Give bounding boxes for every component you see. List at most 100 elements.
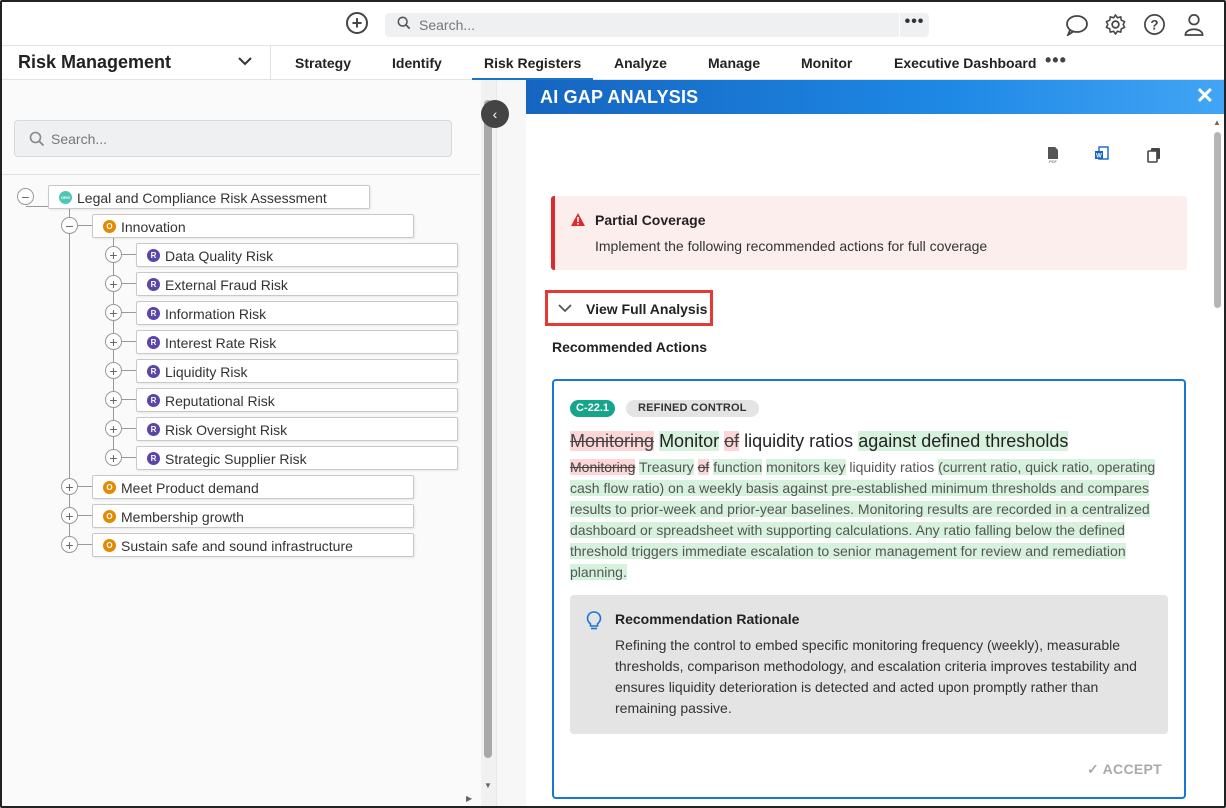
expand-toggle[interactable]: +: [105, 420, 122, 437]
expand-toggle[interactable]: +: [105, 304, 122, 321]
gap-analysis-panel: AI GAP ANALYSIS ✕ ▲ PDF W Partial Covera…: [526, 80, 1224, 806]
gear-icon[interactable]: [1103, 12, 1128, 37]
tree-node-label: External Fraud Risk: [165, 277, 288, 293]
tree-node-label: Sustain safe and sound infrastructure: [121, 538, 353, 554]
tree-node-objective[interactable]: O Innovation: [92, 214, 414, 238]
collapse-toggle[interactable]: −: [61, 217, 78, 234]
added-text: function: [713, 459, 763, 475]
tree-node-label: Liquidity Risk: [165, 364, 248, 380]
app-window: + Search... ••• ? Risk Management Strate…: [0, 0, 1226, 808]
panel-scrollbar[interactable]: ▲: [1210, 114, 1224, 806]
scrollbar-thumb[interactable]: [484, 100, 492, 758]
search-options-button[interactable]: •••: [899, 13, 929, 37]
add-icon[interactable]: +: [346, 12, 368, 34]
risk-badge: R: [147, 423, 160, 436]
word-export-icon[interactable]: W: [1093, 146, 1111, 164]
tree-node-risk[interactable]: R Interest Rate Risk: [136, 330, 458, 354]
help-icon[interactable]: ?: [1142, 12, 1167, 37]
expand-toggle[interactable]: +: [105, 362, 122, 379]
svg-text:PDF: PDF: [1049, 159, 1058, 164]
copy-icon[interactable]: [1145, 146, 1163, 164]
tree-node-risk[interactable]: R Risk Oversight Risk: [136, 417, 458, 441]
tab-strategy[interactable]: Strategy: [295, 55, 351, 71]
accept-button[interactable]: ✓ ACCEPT: [1087, 761, 1162, 778]
collapse-toggle[interactable]: −: [17, 188, 34, 205]
expand-toggle[interactable]: +: [105, 449, 122, 466]
tree-node-risk[interactable]: R Data Quality Risk: [136, 243, 458, 267]
accept-label: ACCEPT: [1102, 761, 1162, 777]
tab-risk-registers[interactable]: Risk Registers: [471, 55, 594, 81]
tree-node-label: Interest Rate Risk: [165, 335, 277, 351]
pdf-export-icon[interactable]: PDF: [1044, 146, 1062, 164]
view-full-analysis-toggle[interactable]: View Full Analysis: [545, 290, 713, 326]
control-description: Monitoring Treasury of function monitors…: [570, 457, 1170, 583]
objective-badge: O: [103, 510, 116, 523]
tab-executive-dashboard[interactable]: Executive Dashboard: [894, 55, 1036, 71]
removed-text: Monitoring: [570, 431, 655, 451]
tree-node-objective[interactable]: O Membership growth: [92, 504, 414, 528]
recommended-actions-heading: Recommended Actions: [552, 339, 708, 355]
added-text: Treasury: [639, 459, 694, 475]
control-title: Monitoring Monitor of liquidity ratios a…: [570, 431, 1069, 452]
coverage-alert: Partial Coverage Implement the following…: [551, 196, 1187, 270]
user-icon[interactable]: [1181, 12, 1206, 37]
scroll-right-arrow-icon[interactable]: ▶: [466, 794, 472, 803]
tree-scrollbar[interactable]: ▼: [481, 80, 496, 806]
tree-pane: Search... − ORG Legal and Compliance Ris…: [2, 80, 496, 806]
tree-node-risk[interactable]: R Liquidity Risk: [136, 359, 458, 383]
expand-toggle[interactable]: +: [105, 391, 122, 408]
tree-node-risk[interactable]: R Reputational Risk: [136, 388, 458, 412]
control-type-badge: REFINED CONTROL: [626, 400, 759, 417]
rationale-box: Recommendation Rationale Refining the co…: [570, 595, 1168, 734]
close-icon[interactable]: ✕: [1196, 85, 1214, 107]
expand-toggle[interactable]: +: [105, 275, 122, 292]
tree-node-objective[interactable]: O Sustain safe and sound infrastructure: [92, 533, 414, 557]
risk-badge: R: [147, 452, 160, 465]
panel-title: AI GAP ANALYSIS: [540, 87, 699, 107]
collapse-pane-button[interactable]: ‹: [481, 100, 509, 128]
risk-badge: R: [147, 278, 160, 291]
tab-manage[interactable]: Manage: [708, 55, 760, 71]
risk-badge: R: [147, 249, 160, 262]
expand-toggle[interactable]: +: [61, 507, 78, 524]
expand-toggle[interactable]: +: [61, 536, 78, 553]
risk-badge: R: [147, 365, 160, 378]
tree-node-objective[interactable]: O Meet Product demand: [92, 475, 414, 499]
svg-text:W: W: [1096, 154, 1102, 160]
scroll-down-arrow-icon[interactable]: ▼: [484, 781, 492, 790]
tab-monitor[interactable]: Monitor: [801, 55, 852, 71]
added-text: Monitor: [659, 431, 720, 451]
chevron-down-icon[interactable]: [238, 56, 252, 66]
added-text: (current ratio, quick ratio, operating c…: [570, 459, 1156, 580]
expand-toggle[interactable]: +: [105, 333, 122, 350]
control-id-badge: C-22.1: [570, 400, 616, 417]
alert-title: Partial Coverage: [595, 212, 706, 228]
tree-node-label: Membership growth: [121, 509, 244, 525]
chevron-down-icon: [558, 304, 572, 313]
tree-node-label: Meet Product demand: [121, 480, 259, 496]
expand-toggle[interactable]: +: [61, 478, 78, 495]
tree-node-root[interactable]: ORG Legal and Compliance Risk Assessment: [48, 185, 370, 209]
expand-toggle[interactable]: +: [105, 246, 122, 263]
module-selector[interactable]: Risk Management: [18, 52, 171, 73]
pane-gutter: [496, 80, 526, 806]
objective-badge: O: [103, 481, 116, 494]
tree-node-label: Strategic Supplier Risk: [165, 451, 307, 467]
tab-identify[interactable]: Identify: [392, 55, 442, 71]
chat-icon[interactable]: [1064, 12, 1089, 37]
panel-header: AI GAP ANALYSIS ✕: [526, 80, 1224, 114]
org-badge: ORG: [59, 191, 72, 204]
global-search-input[interactable]: Search...: [419, 17, 475, 33]
warning-icon: [571, 213, 585, 226]
tree-node-risk[interactable]: R Information Risk: [136, 301, 458, 325]
tree-node-risk[interactable]: R External Fraud Risk: [136, 272, 458, 296]
tree-node-risk[interactable]: R Strategic Supplier Risk: [136, 446, 458, 470]
tab-analyze[interactable]: Analyze: [614, 55, 667, 71]
more-tabs-button[interactable]: •••: [1045, 50, 1067, 71]
scroll-up-arrow-icon[interactable]: ▲: [1213, 118, 1221, 127]
scrollbar-thumb[interactable]: [1214, 132, 1221, 308]
global-search[interactable]: Search... •••: [385, 13, 929, 37]
risk-badge: R: [147, 394, 160, 407]
alert-message: Implement the following recommended acti…: [595, 238, 988, 254]
tree-node-label: Reputational Risk: [165, 393, 275, 409]
